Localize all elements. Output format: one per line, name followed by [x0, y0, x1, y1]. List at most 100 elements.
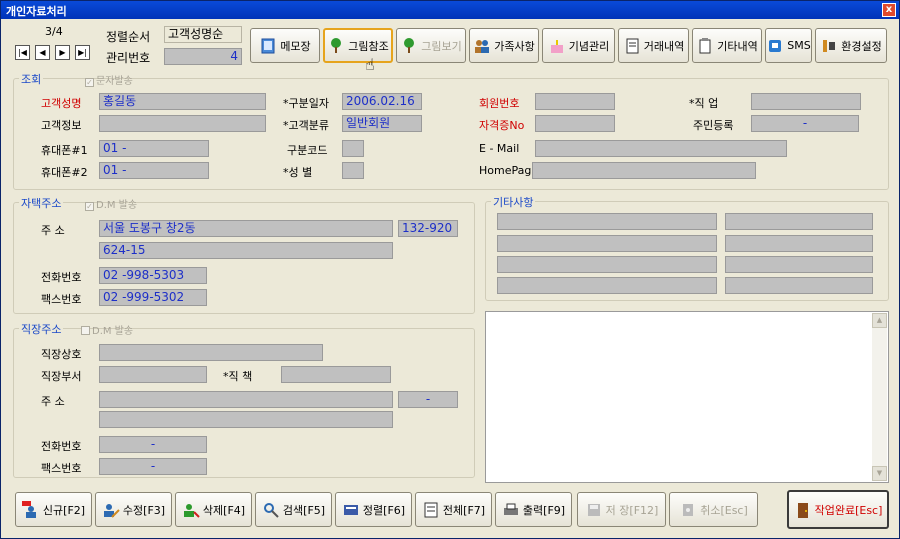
- close-button[interactable]: x: [882, 3, 896, 17]
- bottom-button-7[interactable]: 출력[F9]: [495, 492, 572, 527]
- work-dm-checkbox[interactable]: D.M 발송: [81, 322, 133, 337]
- work-address1-field[interactable]: [99, 391, 393, 408]
- work-phone-field[interactable]: -: [99, 436, 207, 453]
- bottom-button-9[interactable]: 취소[Esc]: [669, 492, 758, 527]
- bottom-button-label: 삭제[F4]: [202, 503, 246, 517]
- category-field[interactable]: 일반회원: [342, 115, 422, 132]
- bottom-button-6[interactable]: 전체[F7]: [415, 492, 492, 527]
- prev-record-button[interactable]: ◀: [35, 45, 50, 60]
- position-label: *직 책: [223, 370, 253, 383]
- etc-field[interactable]: [497, 213, 717, 230]
- bottom-button-3[interactable]: 삭제[F4]: [175, 492, 252, 527]
- work-fax-field[interactable]: -: [99, 458, 207, 475]
- member-no-field[interactable]: [535, 93, 615, 110]
- mobile2-field[interactable]: 01 -: [99, 162, 209, 179]
- email-field[interactable]: [535, 140, 787, 157]
- bottom-button-label: 신규[F2]: [42, 503, 86, 517]
- last-record-button[interactable]: ▶|: [75, 45, 90, 60]
- home-phone-field[interactable]: 02 -998-5303: [99, 267, 207, 284]
- memo-scrollbar[interactable]: ▲ ▼: [872, 313, 887, 481]
- home-zip-field[interactable]: 132-920: [398, 220, 458, 237]
- email-label: E - Mail: [479, 142, 520, 155]
- resident-field[interactable]: -: [751, 115, 859, 132]
- date-label: *구분일자: [283, 97, 329, 110]
- home-dm-checkbox[interactable]: ✓ D.M 발송: [85, 196, 137, 211]
- scroll-up-icon[interactable]: ▲: [872, 313, 887, 328]
- bottom-button-label: 전체[F7]: [442, 503, 486, 517]
- work-address2-field[interactable]: [99, 411, 393, 428]
- checkbox-check-icon: ✓: [85, 78, 94, 87]
- name-label: 고객성명: [41, 97, 82, 110]
- new-user-icon: [21, 500, 36, 518]
- bottom-button-8[interactable]: 저 장[F12]: [577, 492, 666, 527]
- bottom-button-5[interactable]: 정렬[F6]: [335, 492, 412, 527]
- home-address-label: 주 소: [41, 224, 65, 237]
- toolbar-button-9[interactable]: 환경설정: [815, 28, 887, 63]
- cancel-icon: [683, 503, 694, 516]
- info-field[interactable]: [99, 115, 266, 132]
- company-field[interactable]: [99, 344, 323, 361]
- search-user-icon: [263, 502, 279, 518]
- etc-field[interactable]: [725, 235, 873, 252]
- home-address1-field[interactable]: 서울 도봉구 창2동: [99, 220, 393, 237]
- dept-field[interactable]: [99, 366, 207, 383]
- name-field[interactable]: 홍길동: [99, 93, 266, 110]
- etc-field[interactable]: [725, 256, 873, 273]
- home-fax-label: 팩스번호: [41, 293, 82, 306]
- home-fax-field[interactable]: 02 -999-5302: [99, 289, 207, 306]
- toolbar-button-1[interactable]: 메모장: [250, 28, 320, 63]
- etc-field[interactable]: [497, 256, 717, 273]
- tree-icon: [404, 37, 415, 53]
- toolbar-button-label: 메모장: [280, 39, 311, 53]
- toolbar-button-8[interactable]: SMS: [765, 28, 812, 63]
- notepad-icon: [261, 38, 275, 53]
- first-record-button[interactable]: |◀: [15, 45, 30, 60]
- sort-order-label: 정렬순서: [106, 30, 151, 44]
- toolbar-button-5[interactable]: 기념관리: [542, 28, 615, 63]
- toolbar-button-7[interactable]: 기타내역: [692, 28, 762, 63]
- bottom-button-2[interactable]: 수정[F3]: [95, 492, 172, 527]
- sort-order-select[interactable]: 고객성명순: [164, 26, 242, 43]
- toolbar-button-label: 그림참조: [348, 39, 389, 53]
- bottom-button-10[interactable]: 작업완료[Esc]: [787, 490, 889, 529]
- cert-no-label: 자격증No: [479, 119, 525, 132]
- bottom-button-1[interactable]: 신규[F2]: [15, 492, 92, 527]
- toolbar-button-6[interactable]: 거래내역: [618, 28, 689, 63]
- company-label: 직장상호: [41, 348, 82, 361]
- mobile1-field[interactable]: 01 -: [99, 140, 209, 157]
- home-address2-field[interactable]: 624-15: [99, 242, 393, 259]
- code-field[interactable]: [342, 140, 364, 157]
- sms-checkbox[interactable]: ✓ 문자발송: [85, 72, 133, 87]
- position-field[interactable]: [281, 366, 391, 383]
- bottom-button-4[interactable]: 검색[F5]: [255, 492, 332, 527]
- checkbox-check-icon: ✓: [85, 202, 94, 211]
- job-field[interactable]: [751, 93, 861, 110]
- scroll-down-icon[interactable]: ▼: [872, 466, 887, 481]
- job-label: *직 업: [689, 97, 719, 110]
- etc-field[interactable]: [725, 277, 873, 294]
- gender-field[interactable]: [342, 162, 364, 179]
- etc-field[interactable]: [725, 213, 873, 230]
- tools-icon: [823, 39, 836, 52]
- toolbar-button-2[interactable]: 그림참조: [323, 28, 393, 63]
- bottom-button-label: 취소[Esc]: [700, 503, 748, 517]
- work-zip-field[interactable]: -: [398, 391, 458, 408]
- tree-icon: [331, 37, 342, 53]
- toolbar-button-label: 기념관리: [568, 39, 610, 53]
- next-record-button[interactable]: ▶: [55, 45, 70, 60]
- toolbar-button-3[interactable]: 그림보기: [396, 28, 466, 63]
- home-phone-label: 전화번호: [41, 271, 82, 284]
- homepage-field[interactable]: [532, 162, 756, 179]
- etc-field[interactable]: [497, 235, 717, 252]
- info-label: 고객정보: [41, 119, 82, 132]
- memo-textarea[interactable]: ▲ ▼: [485, 311, 889, 483]
- sms-checkbox-label: 문자발송: [96, 76, 133, 87]
- note-icon: [699, 37, 711, 53]
- etc-field[interactable]: [497, 277, 717, 294]
- hand-cursor-icon: ☝: [365, 55, 375, 74]
- mgmt-number-field[interactable]: 4: [164, 48, 242, 65]
- date-field[interactable]: 2006.02.16: [342, 93, 422, 110]
- toolbar-button-4[interactable]: 가족사항: [469, 28, 539, 63]
- etc-group-title: 기타사항: [491, 194, 536, 210]
- cert-no-field[interactable]: [535, 115, 615, 132]
